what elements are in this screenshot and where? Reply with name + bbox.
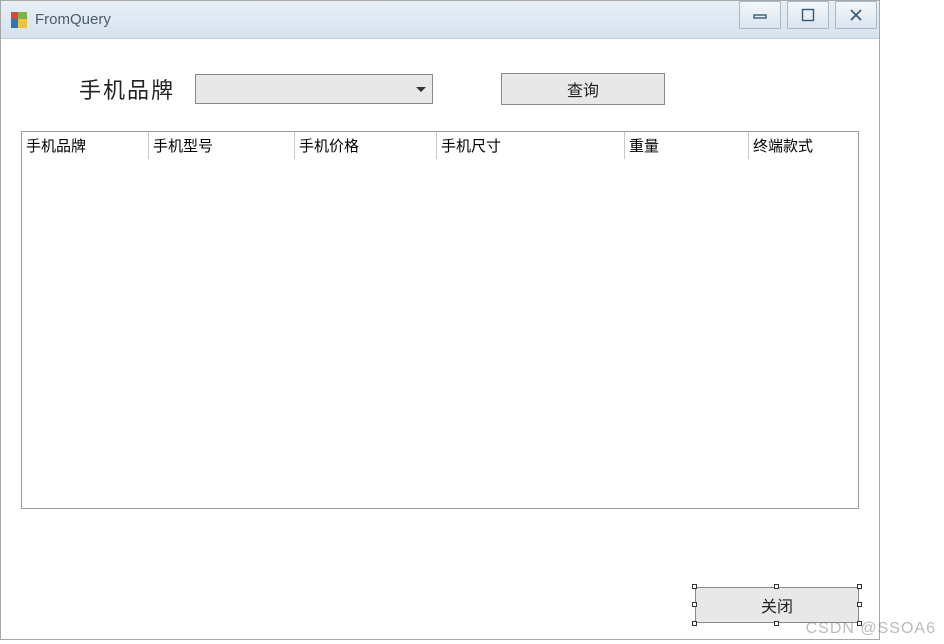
column-header[interactable]: 终端款式 xyxy=(749,132,857,159)
titlebar[interactable]: FromQuery xyxy=(1,1,879,39)
minimize-button[interactable] xyxy=(739,1,781,29)
minimize-icon xyxy=(753,8,767,22)
column-header[interactable]: 重量 xyxy=(625,132,749,159)
selection-handle-icon[interactable] xyxy=(857,602,862,607)
close-button-wrapper: 关闭 xyxy=(695,587,859,623)
close-button[interactable]: 关闭 xyxy=(695,587,859,623)
query-row: 手机品牌 查询 xyxy=(1,39,879,131)
close-icon xyxy=(849,8,863,22)
selection-handle-icon[interactable] xyxy=(774,584,779,589)
selection-handle-icon[interactable] xyxy=(692,584,697,589)
close-button-label: 关闭 xyxy=(761,593,793,617)
close-window-button[interactable] xyxy=(835,1,877,29)
window-title: FromQuery xyxy=(35,11,111,28)
column-header[interactable]: 手机尺寸 xyxy=(437,132,625,159)
chevron-down-icon xyxy=(416,87,426,92)
selection-handle-icon[interactable] xyxy=(857,621,862,626)
maximize-button[interactable] xyxy=(787,1,829,29)
selection-handle-icon[interactable] xyxy=(692,602,697,607)
column-header[interactable]: 手机型号 xyxy=(149,132,295,159)
data-grid[interactable]: 手机品牌手机型号手机价格手机尺寸重量终端款式 xyxy=(21,131,859,509)
brand-combobox[interactable] xyxy=(195,74,433,104)
selection-handle-icon[interactable] xyxy=(774,621,779,626)
window-frame: FromQuery 手机品牌 xyxy=(0,0,880,640)
content-area: 手机品牌 查询 手机品牌手机型号手机价格手机尺寸重量终端款式 关闭 xyxy=(1,39,879,639)
search-button[interactable]: 查询 xyxy=(501,73,665,105)
column-header[interactable]: 手机价格 xyxy=(295,132,437,159)
column-header[interactable]: 手机品牌 xyxy=(22,132,149,159)
selection-handle-icon[interactable] xyxy=(692,621,697,626)
selection-handle-icon[interactable] xyxy=(857,584,862,589)
search-button-label: 查询 xyxy=(567,77,599,101)
maximize-icon xyxy=(801,8,815,22)
table-header: 手机品牌手机型号手机价格手机尺寸重量终端款式 xyxy=(22,132,858,160)
app-icon xyxy=(11,12,27,28)
brand-label: 手机品牌 xyxy=(79,73,175,105)
window-controls xyxy=(735,1,879,31)
